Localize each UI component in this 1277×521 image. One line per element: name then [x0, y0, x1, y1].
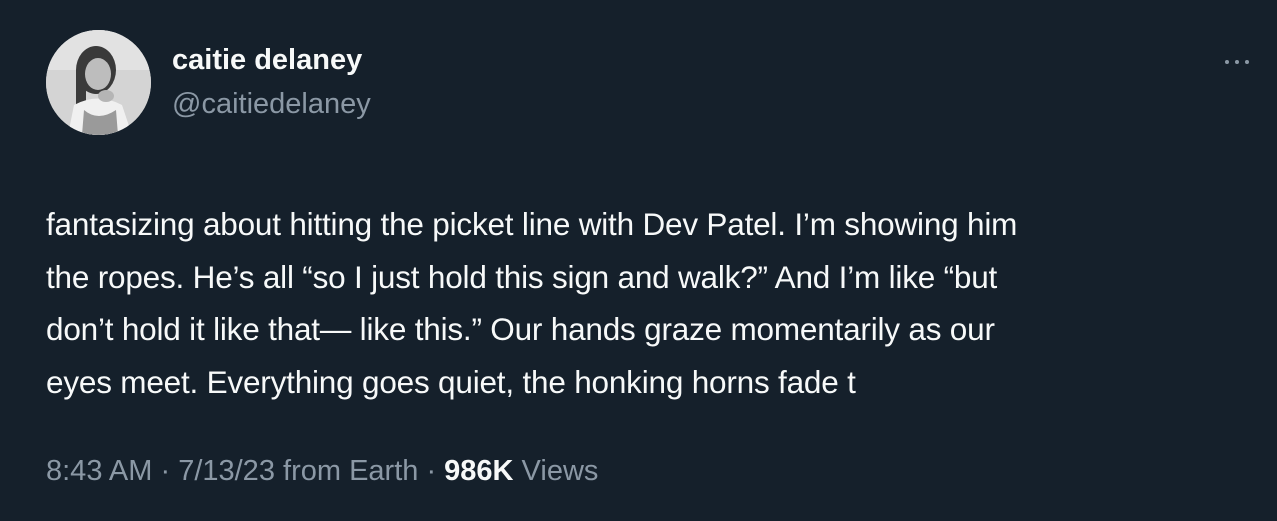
- author-handle[interactable]: @caitiedelaney: [172, 88, 371, 121]
- avatar[interactable]: [46, 30, 151, 135]
- more-dot: [1245, 60, 1249, 64]
- views-count[interactable]: 986K: [444, 455, 513, 487]
- tweet-text-line: the ropes. He’s all “so I just hold this…: [46, 258, 998, 295]
- tweet-text-line: fantasizing about hitting the picket lin…: [46, 206, 1018, 242]
- more-horizontal-icon[interactable]: [1222, 50, 1252, 74]
- tweet-text-line: eyes meet. Everything goes quiet, the ho…: [46, 363, 856, 400]
- meta-separator: ·: [152, 455, 179, 487]
- tweet-text: fantasizing about hitting the picket lin…: [46, 198, 1246, 408]
- tweet-text-line: don’t hold it like that— like this.” Our…: [46, 311, 995, 347]
- tweet-date[interactable]: 7/13/23: [178, 455, 275, 487]
- meta-separator: ·: [418, 455, 445, 487]
- tweet-card: caitie delaney @caitiedelaney fantasizin…: [0, 0, 1277, 521]
- tweet-source: from Earth: [274, 455, 419, 487]
- more-dot: [1225, 60, 1229, 64]
- tweet-meta: 8:43 AM · 7/13/23 from Earth · 986K View…: [46, 455, 598, 488]
- tweet-time[interactable]: 8:43 AM: [46, 455, 152, 487]
- more-dot: [1235, 60, 1239, 64]
- author-display-name[interactable]: caitie delaney: [172, 44, 362, 77]
- views-label[interactable]: Views: [514, 455, 599, 487]
- profile-photo-icon: [46, 30, 151, 135]
